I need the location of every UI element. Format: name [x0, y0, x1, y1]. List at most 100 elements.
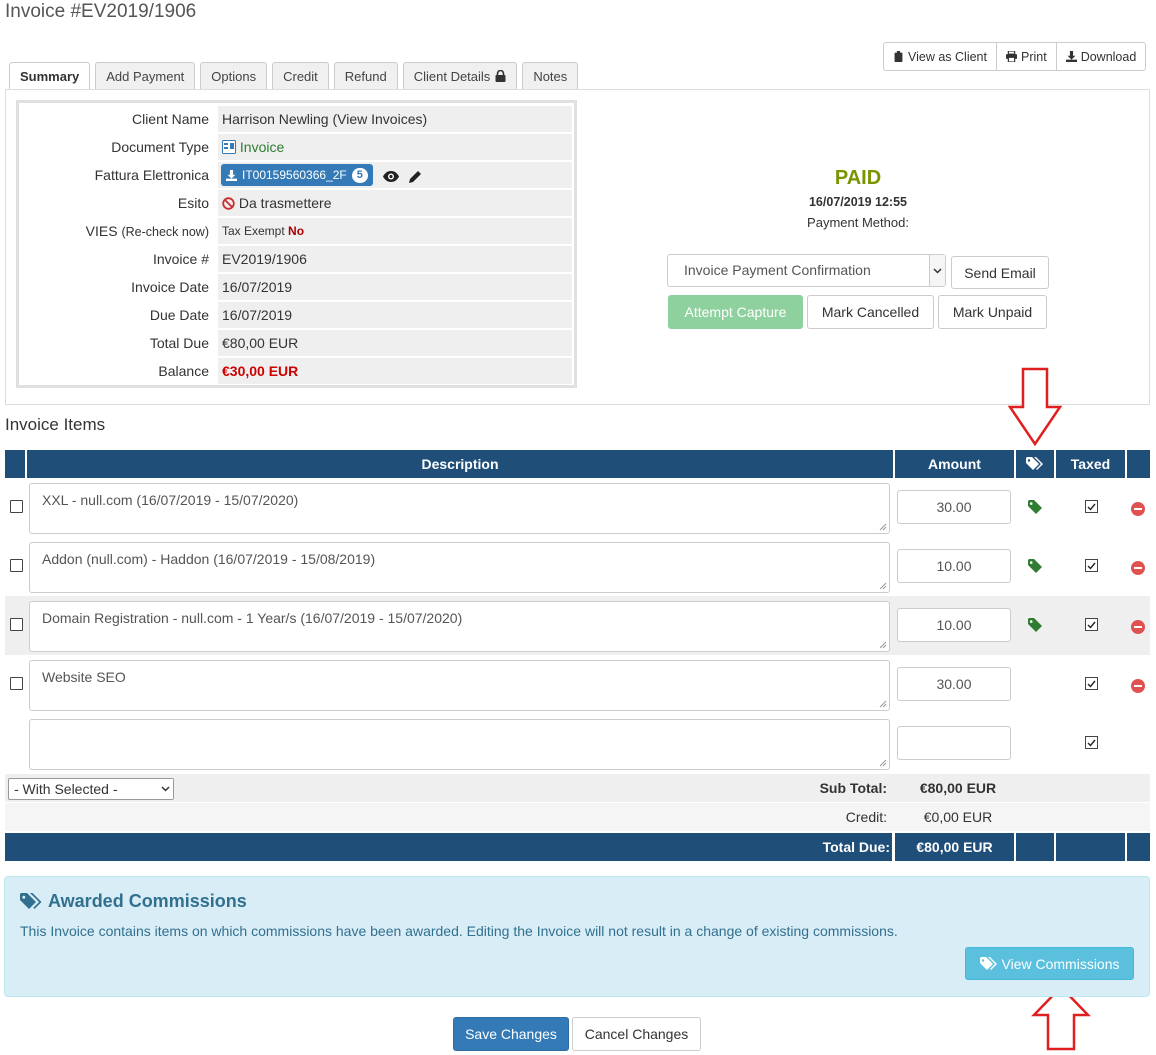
attempt-capture-button[interactable]: Attempt Capture [668, 295, 803, 329]
tag-icon[interactable] [1028, 559, 1042, 573]
tag-icon[interactable] [1028, 618, 1042, 632]
resize-grip-icon[interactable] [879, 641, 887, 649]
download-button[interactable]: Download [1055, 43, 1146, 70]
with-selected-select[interactable]: - With Selected - [8, 778, 174, 800]
invoice-doc-icon [222, 140, 236, 154]
resize-grip-icon[interactable] [879, 759, 887, 767]
paid-datetime: 16/07/2019 12:55 [808, 195, 907, 209]
view-invoices-link[interactable]: (View Invoices) [332, 111, 427, 127]
item-description-text: XXL - null.com (16/07/2019 - 15/07/2020) [42, 492, 299, 508]
esito-row: Esito Da trasmettere [21, 190, 572, 216]
invoice-tabs: Summary Add Payment Options Credit Refun… [9, 62, 579, 90]
send-email-button[interactable]: Send Email [951, 256, 1049, 289]
tab-client-details-label: Client Details [413, 68, 491, 84]
header-checkbox-col [5, 450, 25, 478]
view-as-client-label: View as Client [908, 49, 987, 64]
total-due-value: €80,00 EUR [218, 330, 572, 356]
invoice-num-value: EV2019/1906 [218, 246, 572, 272]
credit-row: Credit: €0,00 EUR [5, 803, 1150, 831]
tab-credit[interactable]: Credit [272, 62, 329, 89]
tab-notes[interactable]: Notes [522, 62, 579, 89]
total-due-delete-cell [1127, 833, 1150, 861]
fattura-file-name: IT00159560366_2F [242, 168, 347, 182]
delete-item-icon[interactable] [1131, 679, 1145, 693]
new-item-description-field[interactable] [29, 719, 890, 770]
item-description-field[interactable]: Domain Registration - null.com - 1 Year/… [29, 601, 890, 652]
total-due-label-cell: Total Due: [5, 833, 892, 861]
invoice-num-label: Invoice # [152, 251, 209, 267]
fattura-download-button[interactable]: IT00159560366_2F 5 [221, 164, 373, 186]
page-title: Invoice #EV2019/1906 [5, 1, 197, 22]
item-description-field[interactable]: Website SEO [29, 660, 890, 711]
email-template-select[interactable]: Invoice Payment Confirmation [667, 254, 946, 287]
delete-item-icon[interactable] [1131, 620, 1145, 634]
item-description-field[interactable]: XXL - null.com (16/07/2019 - 15/07/2020) [29, 483, 890, 534]
delete-item-icon[interactable] [1131, 561, 1145, 575]
total-due-taxed-cell [1056, 833, 1125, 861]
invoice-items-title: Invoice Items [5, 415, 106, 434]
mark-cancelled-button[interactable]: Mark Cancelled [807, 295, 934, 329]
taxed-checkbox[interactable] [1085, 559, 1098, 572]
due-date-value: 16/07/2019 [218, 302, 572, 328]
vies-recheck-link[interactable]: (Re-check now) [121, 225, 209, 239]
view-as-client-button[interactable]: View as Client [884, 43, 996, 70]
row-select-checkbox[interactable] [10, 677, 23, 690]
tab-refund[interactable]: Refund [333, 62, 398, 89]
printer-icon [1005, 51, 1017, 62]
esito-label: Esito [177, 195, 209, 211]
resize-grip-icon[interactable] [879, 523, 887, 531]
item-amount-field[interactable]: 30.00 [897, 667, 1011, 701]
resize-grip-icon[interactable] [879, 582, 887, 590]
tag-icon[interactable] [1028, 500, 1042, 514]
sub-total-label: Sub Total: [819, 780, 887, 796]
tab-add-payment[interactable]: Add Payment [95, 62, 196, 89]
invoice-date-row: Invoice Date 16/07/2019 [21, 274, 572, 300]
print-button[interactable]: Print [995, 43, 1056, 70]
new-item-amount-field[interactable] [897, 726, 1011, 760]
view-commissions-button[interactable]: View Commissions [965, 947, 1134, 980]
new-item-taxed-checkbox[interactable] [1085, 736, 1098, 749]
fattura-value: IT00159560366_2F 5 [218, 162, 572, 188]
eye-icon[interactable] [382, 170, 399, 182]
item-description-field[interactable]: Addon (null.com) - Haddon (16/07/2019 - … [29, 542, 890, 593]
fattura-count-badge: 5 [351, 167, 368, 183]
taxed-checkbox[interactable] [1085, 618, 1098, 631]
item-amount-field[interactable]: 10.00 [897, 549, 1011, 583]
credit-label: Credit: [845, 809, 887, 825]
item-description-text: Addon (null.com) - Haddon (16/07/2019 - … [42, 551, 376, 567]
pencil-icon[interactable] [408, 170, 422, 183]
tax-exempt-value: No [288, 224, 305, 238]
ban-icon [222, 197, 235, 210]
download-icon [1065, 51, 1077, 62]
save-changes-button[interactable]: Save Changes [453, 1017, 569, 1051]
delete-item-icon[interactable] [1131, 502, 1145, 516]
print-label: Print [1020, 49, 1047, 64]
cancel-changes-button[interactable]: Cancel Changes [572, 1017, 701, 1051]
mark-unpaid-button[interactable]: Mark Unpaid [938, 295, 1047, 329]
tab-options[interactable]: Options [200, 62, 268, 89]
total-due-row: Total Due €80,00 EUR [21, 330, 572, 356]
view-commissions-label: View Commissions [1001, 955, 1120, 972]
client-name-link[interactable]: Harrison Newling [222, 111, 329, 127]
total-due-label: Total Due [149, 335, 209, 351]
total-due-footer-row: Total Due: €80,00 EUR [5, 833, 1150, 861]
row-select-checkbox[interactable] [10, 618, 23, 631]
row-select-checkbox[interactable] [10, 559, 23, 572]
row-select-checkbox[interactable] [10, 500, 23, 513]
item-amount-field[interactable]: 10.00 [897, 608, 1011, 642]
commissions-title: Awarded Commissions [20, 891, 247, 912]
esito-value: Da trasmettere [218, 190, 572, 216]
tab-summary[interactable]: Summary [9, 62, 91, 90]
tab-client-details[interactable]: Client Details [402, 62, 518, 89]
balance-row: Balance €30,00 EUR [21, 358, 572, 384]
taxed-checkbox[interactable] [1085, 677, 1098, 690]
resize-grip-icon[interactable] [879, 700, 887, 708]
total-due-footer-label: Total Due: [822, 839, 890, 855]
total-due-footer-value: €80,00 EUR [895, 833, 1014, 861]
item-amount-field[interactable]: 30.00 [897, 490, 1011, 524]
taxed-checkbox[interactable] [1085, 500, 1098, 513]
esito-text: Da trasmettere [238, 195, 332, 211]
commissions-title-text: Awarded Commissions [48, 891, 247, 911]
item-description-text: Website SEO [42, 669, 126, 685]
header-amount: Amount [895, 450, 1014, 478]
